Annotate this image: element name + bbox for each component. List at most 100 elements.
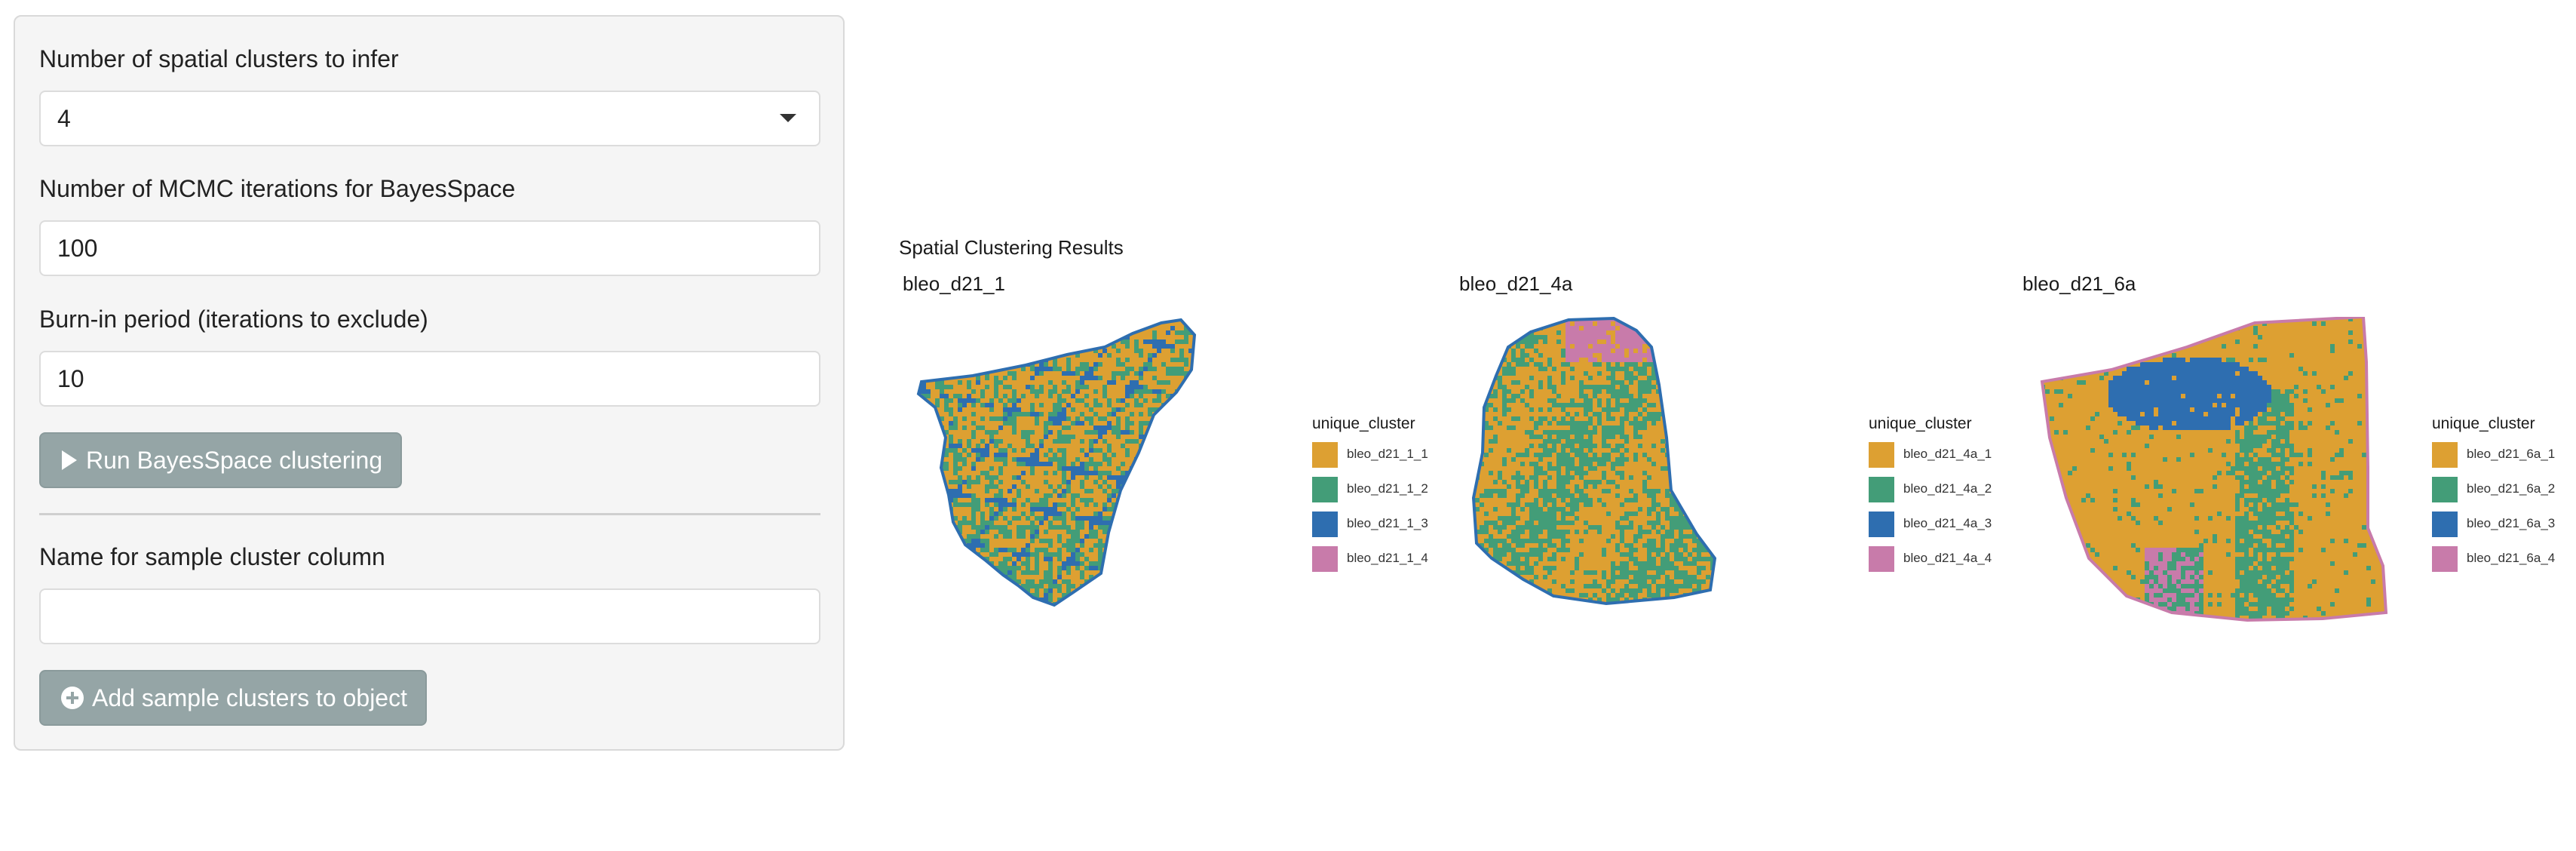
- spot-cell: [1053, 335, 1057, 339]
- spot-cell: [1030, 426, 1035, 430]
- spot-cell: [1166, 502, 1170, 507]
- spot-cell: [994, 362, 998, 367]
- spot-cell: [1207, 579, 1211, 584]
- burnin-input[interactable]: [39, 351, 820, 407]
- spot-cell: [953, 358, 958, 362]
- spot-cell: [949, 335, 953, 339]
- spot-cell: [1071, 367, 1075, 371]
- spot-cell: [931, 548, 935, 552]
- spot-cell: [926, 439, 931, 444]
- spot-cell: [1048, 320, 1053, 321]
- add-sample-clusters-button[interactable]: Add sample clusters to object: [39, 670, 427, 726]
- spot-cell: [1175, 561, 1179, 566]
- clusters-select[interactable]: 4: [39, 91, 820, 146]
- spot-cell: [944, 457, 949, 462]
- spot-cell: [1247, 498, 1252, 502]
- spot-cell: [1166, 584, 1170, 588]
- spot-cell: [944, 385, 949, 389]
- spot-cell: [962, 593, 967, 598]
- spot-cell: [1062, 367, 1066, 371]
- mcmc-input[interactable]: [39, 220, 820, 276]
- spot-cell: [944, 598, 949, 602]
- spot-cell: [1039, 448, 1044, 453]
- spot-cell: [1198, 570, 1202, 575]
- spot-cell: [912, 498, 917, 502]
- spot-cell: [1071, 339, 1075, 344]
- spot-cell: [1216, 380, 1220, 385]
- spot-cell: [962, 380, 967, 385]
- spot-cell: [1207, 403, 1211, 407]
- spot-cell: [1252, 398, 1256, 403]
- spot-cell: [953, 598, 958, 602]
- spot-cell: [1134, 416, 1139, 421]
- spot-cell: [1247, 502, 1252, 507]
- spot-cell: [1238, 484, 1243, 489]
- spot-cell: [1066, 530, 1071, 534]
- spot-cell: [1089, 353, 1093, 358]
- spot-cell: [1048, 498, 1053, 502]
- spot-cell: [1184, 543, 1188, 548]
- spot-cell: [1166, 530, 1170, 534]
- spot-cell: [1225, 552, 1229, 557]
- spot-cell: [1202, 493, 1207, 498]
- spot-cell: [935, 593, 940, 598]
- spot-cell: [1216, 457, 1220, 462]
- spot-cell: [1125, 444, 1130, 448]
- spot-cell: [944, 407, 949, 412]
- spot-cell: [1130, 484, 1134, 489]
- spot-cell: [1157, 430, 1161, 435]
- spot-cell: [918, 367, 922, 371]
- spot-cell: [1234, 344, 1238, 349]
- spot-cell: [1130, 344, 1134, 349]
- spot-cell: [1211, 566, 1216, 570]
- spot-cell: [1175, 398, 1179, 403]
- spot-cell: [1071, 534, 1075, 539]
- spot-cell: [1256, 471, 1261, 475]
- spot-cell: [1202, 371, 1207, 376]
- spot-cell: [1243, 530, 1247, 534]
- spot-cell: [1211, 394, 1216, 398]
- spot-cell: [1062, 344, 1066, 349]
- spot-cell: [1121, 380, 1125, 385]
- spot-cell: [912, 426, 917, 430]
- spot-cell: [1166, 457, 1170, 462]
- spot-cell: [1170, 421, 1175, 426]
- run-bayesspace-button[interactable]: Run BayesSpace clustering: [39, 432, 403, 488]
- spot-cell: [1012, 457, 1017, 462]
- spot-cell: [1116, 552, 1121, 557]
- spot-cell: [1170, 371, 1175, 376]
- spot-cell: [1007, 484, 1012, 489]
- spot-cell: [967, 339, 971, 344]
- spot-cell: [1107, 598, 1112, 602]
- spot-cell: [953, 321, 958, 326]
- spot-cell: [1102, 502, 1107, 507]
- spot-cell: [912, 362, 917, 367]
- spot-cell: [1035, 498, 1039, 502]
- spot-cell: [931, 339, 935, 344]
- spot-cell: [1152, 453, 1157, 457]
- cluster-column-input[interactable]: [39, 588, 820, 644]
- spot-cell: [1234, 457, 1238, 462]
- spot-cell: [1003, 330, 1007, 335]
- spot-cell: [1252, 367, 1256, 371]
- spot-cell: [1202, 466, 1207, 471]
- spot-cell: [1184, 330, 1188, 335]
- spot-cell: [926, 498, 931, 502]
- spot-cell: [1075, 367, 1080, 371]
- spot-cell: [1265, 588, 1270, 593]
- spot-cell: [1134, 557, 1139, 561]
- spot-cell: [1143, 521, 1148, 525]
- spot-cell: [1179, 453, 1184, 457]
- spot-cell: [1098, 543, 1102, 548]
- spot-cell: [1057, 453, 1062, 457]
- spot-cell: [1193, 435, 1194, 439]
- spot-cell: [985, 570, 989, 575]
- spot-cell: [1152, 439, 1157, 444]
- spot-cell: [1261, 330, 1265, 335]
- spot-cell: [935, 349, 940, 353]
- spot-cell: [1161, 534, 1166, 539]
- spot-cell: [1102, 444, 1107, 448]
- spot-cell: [1044, 320, 1048, 321]
- spot-cell: [926, 457, 931, 462]
- spot-cell: [931, 444, 935, 448]
